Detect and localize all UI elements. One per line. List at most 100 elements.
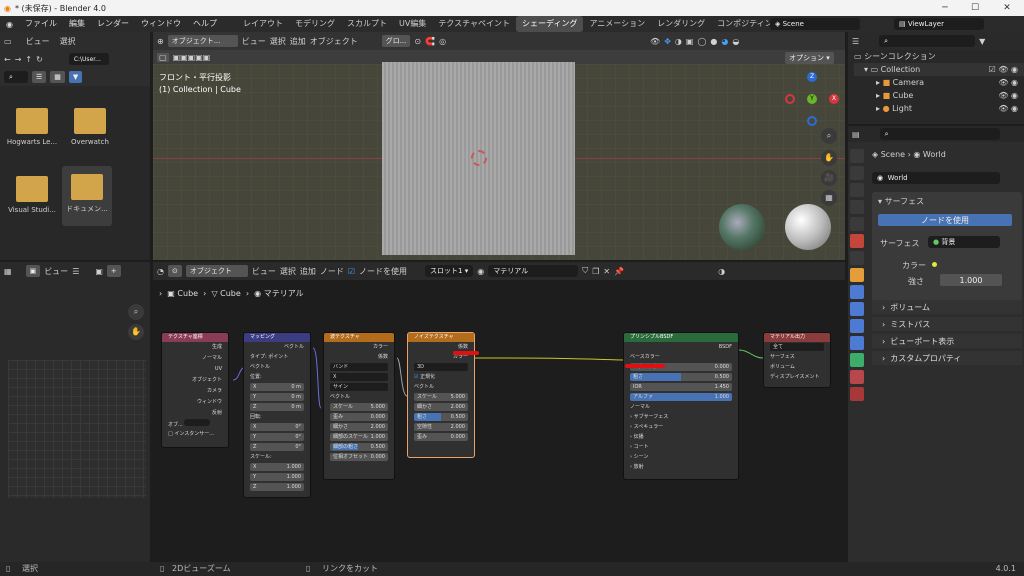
panel-specular[interactable]: › スペキュラー bbox=[624, 422, 738, 432]
panel-custom-props[interactable]: › カスタムプロパティ bbox=[872, 351, 1022, 365]
close-button[interactable]: ✕ bbox=[992, 0, 1022, 16]
wave-profile-select[interactable]: サイン bbox=[324, 382, 394, 392]
collection-tab-icon[interactable] bbox=[850, 251, 864, 265]
noise-detail-field[interactable]: 細かさ 2.000 bbox=[408, 402, 474, 412]
panel-mist[interactable]: › ミストパス bbox=[872, 317, 1022, 331]
image-menu-view[interactable]: ビュー bbox=[44, 266, 68, 277]
render-tab-icon[interactable] bbox=[850, 166, 864, 180]
wave-scale-field[interactable]: スケール 5.000 bbox=[324, 402, 394, 412]
node-wave-texture[interactable]: 波テクスチャ カラー 係数 バンド X サイン ベクトル スケール 5.000 歪… bbox=[323, 332, 395, 480]
gizmo-x[interactable]: X bbox=[829, 94, 839, 104]
vp-menu-object[interactable]: オブジェクト bbox=[310, 36, 358, 47]
constraint-tab-icon[interactable] bbox=[850, 336, 864, 350]
tool-tab-icon[interactable] bbox=[850, 149, 864, 163]
particle-tab-icon[interactable] bbox=[850, 302, 864, 316]
gizmo-icon[interactable]: ✥ bbox=[664, 37, 671, 46]
select-mode-icons[interactable]: ▣▣▣▣▣ bbox=[173, 53, 211, 62]
panel-volume[interactable]: › ボリューム bbox=[872, 300, 1022, 314]
tab-sculpt[interactable]: スカルプト bbox=[341, 16, 393, 32]
visibility-icon[interactable]: 👁 ◉ bbox=[998, 89, 1018, 102]
object-field[interactable] bbox=[184, 419, 211, 426]
fb-menu-view[interactable]: ビュー bbox=[26, 36, 50, 47]
rot-x-field[interactable]: X 0° bbox=[244, 422, 310, 432]
output-target-select[interactable]: 全て bbox=[764, 342, 830, 352]
output-tab-icon[interactable] bbox=[850, 183, 864, 197]
data-tab-icon[interactable] bbox=[850, 353, 864, 367]
menu-edit[interactable]: 編集 bbox=[63, 16, 91, 32]
physics-tab-icon[interactable] bbox=[850, 319, 864, 333]
texture-tab-icon[interactable] bbox=[850, 387, 864, 401]
panel-sheen[interactable]: › シーン bbox=[624, 452, 738, 462]
navigation-gizmo[interactable]: Z Y X bbox=[785, 72, 839, 126]
file-item[interactable]: Hogwarts Le... bbox=[4, 104, 60, 162]
color-socket-icon[interactable] bbox=[932, 262, 937, 267]
node-editor[interactable]: ◔ ⊙ オブジェクト ビュー 選択 追加 ノード ☑ ノードを使用 スロット1 ▾… bbox=[153, 262, 845, 562]
surface-shader-field[interactable]: ● 背景 bbox=[928, 236, 1000, 248]
shading-render-icon[interactable]: ◒ bbox=[732, 37, 739, 46]
tab-animation[interactable]: アニメーション bbox=[583, 16, 651, 32]
wave-type-select[interactable]: バンド bbox=[324, 362, 394, 372]
ior-field[interactable]: IOR 1.450 bbox=[624, 382, 738, 392]
scene-tab-icon[interactable] bbox=[850, 217, 864, 231]
tab-layout[interactable]: レイアウト bbox=[237, 16, 289, 32]
tab-texture-paint[interactable]: テクスチャペイント bbox=[432, 16, 516, 32]
properties-search[interactable]: ⌕ bbox=[879, 128, 1000, 140]
wave-detail-rough-field[interactable]: 細部の粗さ 0.500 bbox=[324, 442, 394, 452]
base-color-input[interactable]: ベースカラー bbox=[624, 352, 738, 362]
scale-y-field[interactable]: Y 1.000 bbox=[244, 472, 310, 482]
surface-panel-header[interactable]: ▾ サーフェス bbox=[872, 192, 1022, 211]
editor-type-icon[interactable]: ▤ bbox=[852, 130, 860, 139]
wave-distortion-field[interactable]: 歪み 0.000 bbox=[324, 412, 394, 422]
loc-x-field[interactable]: X0 m bbox=[244, 382, 310, 392]
xray-icon[interactable]: ▣ bbox=[686, 37, 694, 46]
view-list-icon[interactable]: ☰ bbox=[32, 71, 47, 83]
rot-y-field[interactable]: Y 0° bbox=[244, 432, 310, 442]
strength-field[interactable]: 1.000 bbox=[940, 274, 1002, 286]
noise-dim-select[interactable]: 3D bbox=[408, 362, 474, 372]
forward-icon[interactable]: → bbox=[15, 55, 22, 64]
wave-phase-field[interactable]: 位相オフセット 0.000 bbox=[324, 452, 394, 462]
mode-select[interactable]: オブジェクト... bbox=[167, 35, 238, 47]
outliner-item-camera[interactable]: ▸ ■ Camera 👁 ◉ bbox=[854, 76, 1024, 89]
shading-wire-icon[interactable]: ◯ bbox=[697, 37, 706, 46]
scale-z-field[interactable]: Z 1.000 bbox=[244, 482, 310, 492]
panel-subsurface[interactable]: › サブサーフェス bbox=[624, 412, 738, 422]
snap-icon[interactable]: 🧲 bbox=[425, 37, 435, 46]
zoom-icon[interactable]: ⌕ bbox=[821, 128, 837, 144]
filter-icon[interactable]: ▼ bbox=[979, 37, 985, 46]
parent-dir-icon[interactable]: ↑ bbox=[25, 55, 32, 64]
camera-view-icon[interactable]: 🎥 bbox=[821, 170, 837, 186]
hamburger-icon[interactable]: ☰ bbox=[72, 267, 79, 276]
file-item[interactable]: Visual Studi... bbox=[4, 172, 60, 230]
node-principled-bsdf[interactable]: プリンシプルBSDF BSDF ベースカラー メタリック0.000 粗さ0.50… bbox=[623, 332, 739, 480]
editor-type-icon[interactable]: ☰ bbox=[852, 37, 859, 46]
wave-detail-scale-field[interactable]: 細部のスケール 1.000 bbox=[324, 432, 394, 442]
outliner-item-collection[interactable]: ▾ ▭ Collection ☑ 👁 ◉ bbox=[854, 63, 1024, 76]
noise-roughness-field[interactable]: 粗さ 0.500 bbox=[408, 412, 474, 422]
viewport-3d[interactable]: ⊕ オブジェクト... ビュー 選択 追加 オブジェクト グロ... ⊙ 🧲 ◎… bbox=[153, 32, 845, 260]
loc-y-field[interactable]: Y0 m bbox=[244, 392, 310, 402]
vp-menu-select[interactable]: 選択 bbox=[270, 36, 286, 47]
menu-file[interactable]: ファイル bbox=[19, 16, 63, 32]
node-mapping[interactable]: マッピング ベクトル タイプ: ポイント ベクトル 位置: X0 m Y0 m … bbox=[243, 332, 311, 498]
menu-help[interactable]: ヘルプ bbox=[187, 16, 223, 32]
world-tab-icon[interactable] bbox=[850, 234, 864, 248]
perspective-icon[interactable]: ▦ bbox=[821, 190, 837, 206]
tab-uv[interactable]: UV編集 bbox=[393, 16, 432, 32]
minimize-button[interactable]: ─ bbox=[930, 0, 960, 16]
visibility-icon[interactable]: ☑ 👁 ◉ bbox=[989, 63, 1018, 76]
panel-emission[interactable]: › 放射 bbox=[624, 462, 738, 472]
pan-hand-icon[interactable]: ✋ bbox=[128, 324, 144, 340]
folder-icon[interactable]: ▭ bbox=[4, 37, 12, 46]
shading-material-icon[interactable]: ◕ bbox=[721, 37, 728, 46]
image-browse-icon[interactable]: ▣ bbox=[95, 267, 103, 276]
loc-z-field[interactable]: Z0 m bbox=[244, 402, 310, 412]
material-tab-icon[interactable] bbox=[850, 370, 864, 384]
alpha-field[interactable]: アルファ 1.000 bbox=[624, 392, 738, 402]
world-selector[interactable]: ◉ World bbox=[872, 172, 1000, 184]
tab-modeling[interactable]: モデリング bbox=[289, 16, 341, 32]
noise-lacunarity-field[interactable]: 空隙性 2.000 bbox=[408, 422, 474, 432]
node-texture-coordinate[interactable]: テクスチャ座標 生成 ノーマル UV オブジェクト カメラ ウィンドウ 反射 オ… bbox=[161, 332, 229, 448]
mapping-type-select[interactable]: ポイント bbox=[268, 354, 288, 360]
scene-collection[interactable]: ▭ シーンコレクション bbox=[854, 50, 1024, 63]
